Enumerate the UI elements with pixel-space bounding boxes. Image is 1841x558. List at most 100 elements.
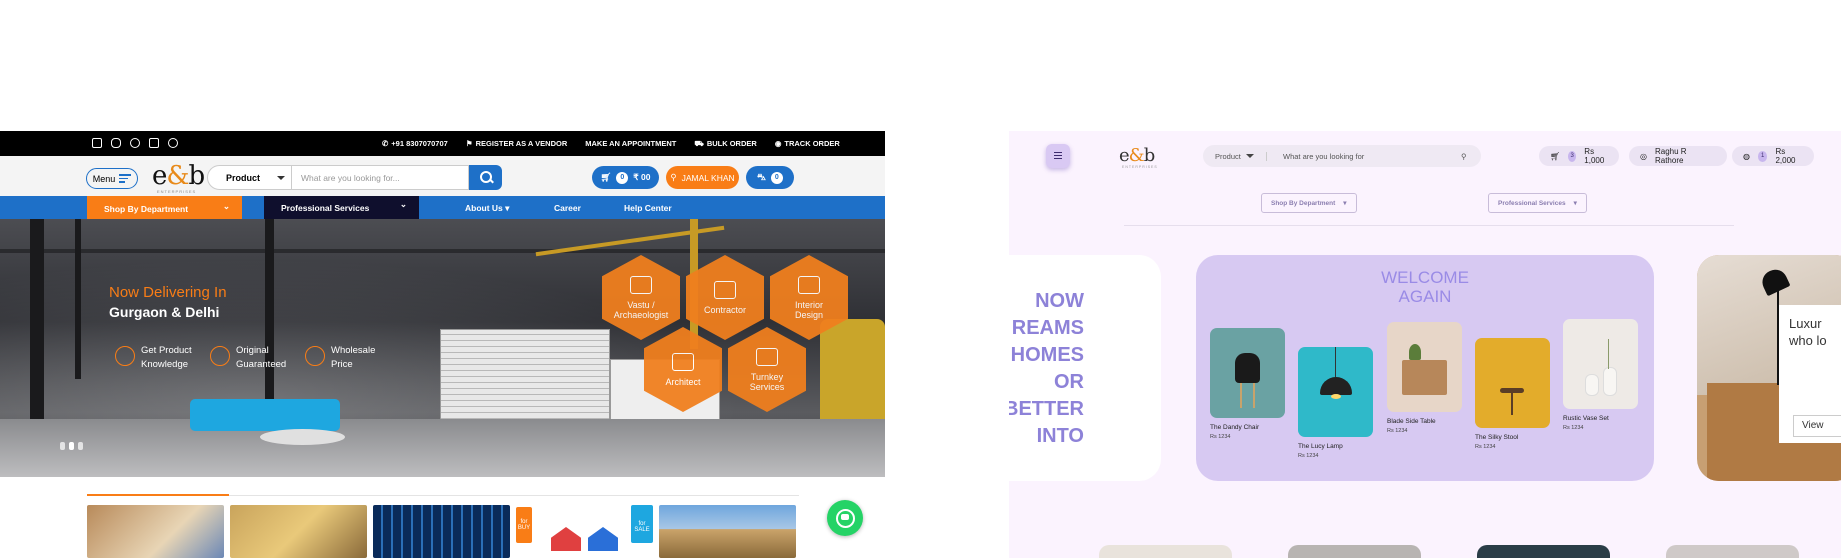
product-card[interactable]: The Silky Stool Rs 1234 <box>1475 338 1550 450</box>
feature-wholesale-price: Wholesale Price <box>305 344 375 372</box>
category-thumbnails: for BUY for SALE <box>87 505 796 558</box>
shop-by-department-dropdown[interactable]: Shop By Department ▾ <box>1261 193 1357 213</box>
track-order-link[interactable]: ◉ TRACK ORDER <box>775 139 840 149</box>
thumb-construction[interactable] <box>230 505 367 558</box>
search-icon[interactable]: ⚲ <box>1461 152 1481 161</box>
cart-icon: 🛒︎ <box>600 172 612 182</box>
product-image <box>1298 347 1373 437</box>
product-card[interactable]: Rustic Vase Set Rs 1234 <box>1563 319 1638 431</box>
location-icon: ◉ <box>774 139 782 148</box>
linkedin-icon[interactable] <box>149 138 159 148</box>
user-chip[interactable]: ◎ Raghu R Rathore <box>1629 146 1727 166</box>
basket-button[interactable]: ⛍ 0 <box>746 166 794 189</box>
bottom-card[interactable] <box>1666 545 1799 558</box>
bottom-card[interactable] <box>1099 545 1232 558</box>
lamp-cord <box>1335 347 1336 377</box>
slide-dot[interactable] <box>60 442 65 450</box>
wallet-count: 1 <box>1757 150 1768 162</box>
stool-leg <box>1511 393 1513 415</box>
top-bar: ✆ +91 8307070707 ⚑ REGISTER AS A VENDOR MA… <box>0 131 885 156</box>
welcome-card: WELCOME AGAIN The Dandy Chair Rs 1234 Th… <box>1196 255 1654 481</box>
view-button[interactable]: View <box>1793 415 1841 437</box>
cart-amount: ₹ 00 <box>633 172 651 182</box>
thumb-market[interactable] <box>373 505 510 558</box>
register-vendor-link[interactable]: ⚑ REGISTER AS A VENDOR <box>466 139 567 149</box>
thumb-real-estate[interactable]: for BUY for SALE <box>516 505 653 558</box>
nav-help-center[interactable]: Help Center <box>624 203 672 213</box>
product-name: Blade Side Table <box>1387 418 1436 425</box>
product-card[interactable]: Blade Side Table Rs 1234 <box>1387 322 1462 434</box>
instagram-icon[interactable] <box>111 138 121 148</box>
whatsapp-button[interactable] <box>827 500 863 536</box>
coffee-table <box>260 429 345 445</box>
user-icon: ◎ <box>1640 151 1647 161</box>
handshake-icon <box>305 346 325 366</box>
phone-link[interactable]: ✆ +91 8307070707 <box>382 139 448 149</box>
bottom-card[interactable] <box>1288 545 1421 558</box>
nav-professional-services[interactable]: Professional Services ⌄ <box>264 196 419 219</box>
slide-dot[interactable] <box>69 442 74 450</box>
chevron-down-icon: ▾ <box>1573 200 1577 207</box>
cart-count: 0 <box>616 171 629 184</box>
user-account-button[interactable]: ⚲ JAMAL KHAN <box>666 166 739 189</box>
skype-icon[interactable] <box>168 138 178 148</box>
search-input[interactable]: What are you looking for <box>1267 152 1461 161</box>
sale-tag: for SALE <box>631 505 653 543</box>
flag-icon: ⚑ <box>465 139 473 148</box>
cart-chip[interactable]: 🛒︎ 3 Rs 1,000 <box>1539 146 1619 166</box>
twitter-icon[interactable] <box>130 138 140 148</box>
badge-icon <box>210 346 230 366</box>
carousel-card-prev-text: NOW REAMS HOMES OR BETTER INTO <box>1009 290 1084 447</box>
thumb-excavator[interactable] <box>659 505 796 558</box>
product-price: Rs 1234 <box>1298 453 1319 459</box>
product-price: Rs 1234 <box>1475 444 1496 450</box>
sofa-image <box>190 399 340 431</box>
house-icon <box>588 527 618 551</box>
service-vastu[interactable]: Vastu / Archaeologist <box>602 255 680 340</box>
plant <box>1409 344 1421 360</box>
chevron-down-icon: ⌄ <box>222 201 230 211</box>
section-divider <box>229 495 799 496</box>
nav-career[interactable]: Career <box>554 203 581 213</box>
search-button[interactable] <box>469 165 502 190</box>
search-input[interactable]: What are you looking for... <box>292 165 469 190</box>
right-website-screenshot: e&b ENTERPRISES Product What are you loo… <box>1009 131 1841 558</box>
site-logo[interactable]: e&b <box>1119 145 1155 166</box>
bulk-order-link[interactable]: ⛟ BULK ORDER <box>694 139 756 149</box>
product-name: Rustic Vase Set <box>1563 415 1609 422</box>
feature-original-guaranteed: Original Guaranteed <box>210 344 286 372</box>
product-card[interactable]: The Dandy Chair Rs 1234 <box>1210 328 1285 440</box>
facebook-icon[interactable] <box>92 138 102 148</box>
bottom-card[interactable] <box>1477 545 1610 558</box>
lamp-shade <box>1320 377 1352 395</box>
hero-banner: Now Delivering In Gurgaon & Delhi Get Pr… <box>0 219 885 477</box>
service-turnkey[interactable]: Turnkey Services <box>728 327 806 412</box>
product-price: Rs 1234 <box>1210 434 1231 440</box>
thumb-finance[interactable] <box>87 505 224 558</box>
product-card[interactable]: The Lucy Lamp Rs 1234 <box>1298 347 1373 459</box>
professional-services-dropdown[interactable]: Professional Services ▾ <box>1488 193 1587 213</box>
basket-icon: ⛍ <box>757 171 766 182</box>
category-select[interactable]: Product <box>1203 151 1267 161</box>
slide-dot[interactable] <box>78 442 83 450</box>
house-icon <box>551 527 581 551</box>
product-name: The Silky Stool <box>1475 434 1519 441</box>
site-logo[interactable]: e&b <box>152 161 205 191</box>
user-name: Raghu R Rathore <box>1654 147 1687 165</box>
scaffold-beam <box>75 219 81 379</box>
menu-button[interactable]: Menu <box>86 168 138 189</box>
hero-title: Now Delivering In <box>109 284 227 301</box>
hamburger-button[interactable] <box>1046 144 1070 168</box>
social-links <box>92 138 178 148</box>
side-table <box>1402 360 1447 395</box>
category-select[interactable]: Product <box>207 165 292 190</box>
nav-shop-by-department[interactable]: Shop By Department ⌄ <box>87 196 242 219</box>
nav-about-us[interactable]: About Us ▾ <box>465 203 509 214</box>
cart-button[interactable]: 🛒︎ 0 ₹ 00 <box>592 166 659 189</box>
product-image <box>1210 328 1285 418</box>
cart-amount: Rs 1,000 <box>1584 147 1605 165</box>
appointment-link[interactable]: MAKE AN APPOINTMENT <box>585 139 676 149</box>
wallet-chip[interactable]: ◍ 1 Rs 2,000 <box>1732 146 1814 166</box>
carousel-card-next[interactable]: Luxur who lo View <box>1697 255 1841 481</box>
slider-pagination[interactable] <box>60 442 83 450</box>
